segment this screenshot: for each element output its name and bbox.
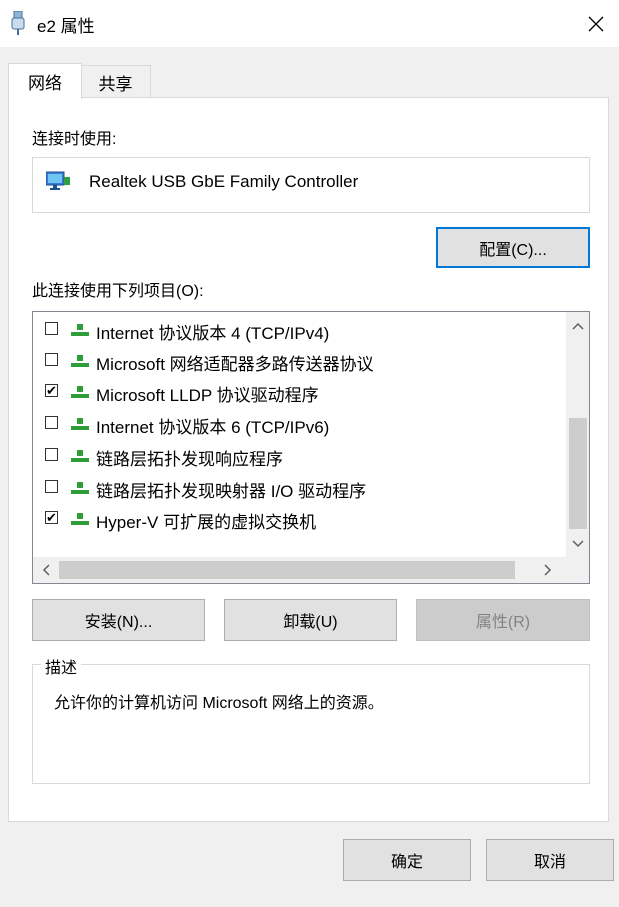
list-item[interactable]: ✔ Microsoft LLDP 协议驱动程序 (33, 375, 563, 406)
item-checkbox[interactable] (45, 353, 58, 366)
install-button-label: 安装(N)... (84, 614, 153, 631)
tab-sharing-label: 共享 (98, 74, 133, 94)
item-checkbox[interactable] (45, 416, 58, 429)
item-checkbox[interactable] (45, 448, 58, 461)
vertical-scrollbar[interactable] (566, 312, 589, 558)
protocol-icon (71, 513, 89, 525)
scroll-down-icon[interactable] (568, 534, 588, 554)
close-icon (588, 16, 604, 31)
item-checkbox[interactable]: ✔ (45, 384, 58, 397)
scroll-right-icon[interactable] (538, 560, 558, 580)
tab-sharing[interactable]: 共享 (80, 65, 151, 98)
item-checkbox[interactable] (45, 480, 58, 493)
item-label: Microsoft LLDP 协议驱动程序 (96, 386, 319, 405)
list-item[interactable]: Internet 协议版本 4 (TCP/IPv4) (33, 313, 563, 344)
cancel-button[interactable]: 取消 (486, 839, 614, 881)
configure-button[interactable]: 配置(C)... (436, 227, 590, 268)
vertical-scroll-thumb[interactable] (569, 418, 587, 529)
item-checkbox[interactable] (45, 322, 58, 335)
ok-button-label: 确定 (390, 854, 423, 871)
properties-button[interactable]: 属性(R) (416, 599, 590, 641)
install-button[interactable]: 安装(N)... (32, 599, 205, 641)
configure-button-label: 配置(C)... (479, 241, 547, 259)
item-label: 链路层拓扑发现响应程序 (96, 450, 283, 469)
horizontal-scrollbar[interactable] (33, 557, 568, 583)
list-item[interactable]: 链路层拓扑发现映射器 I/O 驱动程序 (33, 471, 563, 502)
adapter-box: Realtek USB GbE Family Controller (32, 157, 590, 213)
item-label: 链路层拓扑发现映射器 I/O 驱动程序 (96, 482, 367, 501)
description-text: 允许你的计算机访问 Microsoft 网络上的资源。 (54, 695, 384, 712)
list-item[interactable]: Internet 协议版本 6 (TCP/IPv6) (33, 407, 563, 438)
scroll-up-icon[interactable] (568, 316, 588, 336)
connect-using-label: 连接时使用: (32, 131, 117, 148)
uninstall-button[interactable]: 卸载(U) (224, 599, 397, 641)
item-checkbox[interactable]: ✔ (45, 511, 58, 524)
protocol-icon (71, 355, 89, 367)
item-label: Microsoft 网络适配器多路传送器协议 (96, 355, 374, 374)
protocol-icon (71, 386, 89, 398)
network-tab-panel: 连接时使用: Realtek USB GbE Family Controller… (8, 97, 609, 822)
components-list[interactable]: Internet 协议版本 4 (TCP/IPv4) Microsoft 网络适… (32, 311, 590, 584)
protocol-icon (71, 482, 89, 494)
uninstall-button-label: 卸载(U) (283, 614, 338, 631)
protocol-icon (71, 450, 89, 462)
cancel-button-label: 取消 (533, 854, 566, 871)
adapter-name: Realtek USB GbE Family Controller (89, 172, 359, 191)
usb-network-icon (11, 11, 25, 35)
properties-button-label: 属性(R) (475, 614, 531, 631)
close-button[interactable] (573, 0, 619, 47)
scroll-left-icon[interactable] (36, 560, 56, 580)
network-adapter-icon (46, 171, 70, 190)
tab-network[interactable]: 网络 (8, 63, 82, 99)
item-label: Hyper-V 可扩展的虚拟交换机 (96, 513, 317, 532)
title-bar: e2 属性 (0, 0, 619, 47)
horizontal-scroll-thumb[interactable] (59, 561, 515, 579)
item-label: Internet 协议版本 6 (TCP/IPv6) (96, 418, 330, 437)
ok-button[interactable]: 确定 (343, 839, 471, 881)
list-item[interactable]: ✔ Hyper-V 可扩展的虚拟交换机 (33, 502, 563, 533)
list-item[interactable]: 链路层拓扑发现响应程序 (33, 439, 563, 470)
window-title: e2 属性 (37, 17, 95, 36)
description-group: 描述 允许你的计算机访问 Microsoft 网络上的资源。 (32, 654, 590, 784)
protocol-icon (71, 418, 89, 430)
list-item[interactable]: Microsoft 网络适配器多路传送器协议 (33, 344, 563, 375)
item-label: Internet 协议版本 4 (TCP/IPv4) (96, 324, 330, 343)
description-legend: 描述 (41, 654, 82, 678)
scrollbar-corner (566, 557, 589, 583)
items-label: 此连接使用下列项目(O): (32, 283, 204, 300)
tab-network-label: 网络 (28, 74, 62, 93)
protocol-icon (71, 324, 89, 336)
